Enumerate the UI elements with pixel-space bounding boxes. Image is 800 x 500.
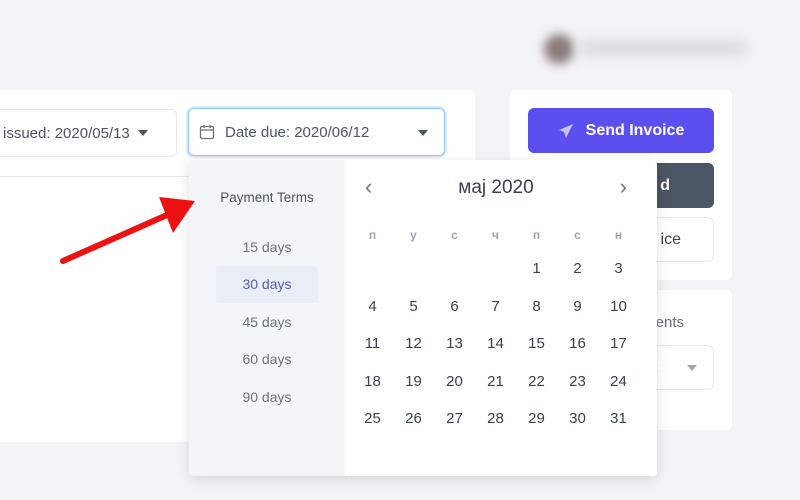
calendar-day[interactable]: 9 xyxy=(557,288,598,326)
term-option-90[interactable]: 90 days xyxy=(216,378,318,416)
weekday-header: п xyxy=(368,228,377,242)
calendar-day[interactable]: 6 xyxy=(434,288,475,326)
dark-action-label: d xyxy=(660,176,670,194)
calendar-day[interactable]: 28 xyxy=(475,400,516,438)
term-option-60[interactable]: 60 days xyxy=(216,341,318,379)
calendar-day[interactable]: 12 xyxy=(393,325,434,363)
calendar-day[interactable]: 24 xyxy=(598,363,639,401)
calendar-day[interactable]: 10 xyxy=(598,288,639,326)
send-icon xyxy=(558,123,573,138)
caret-down-icon xyxy=(687,365,697,371)
date-due-select[interactable]: Date due: 2020/06/12 xyxy=(188,108,445,156)
calendar-day[interactable]: 23 xyxy=(557,363,598,401)
weekday-header: ч xyxy=(492,228,499,242)
calendar-day[interactable]: 17 xyxy=(598,325,639,363)
calendar-day[interactable]: 13 xyxy=(434,325,475,363)
calendar-day[interactable]: 20 xyxy=(434,363,475,401)
date-issued-value: issued: 2020/05/13 xyxy=(3,124,130,142)
calendar-day[interactable]: 27 xyxy=(434,400,475,438)
calendar-day[interactable]: 8 xyxy=(516,288,557,326)
weekday-header: н xyxy=(614,228,623,242)
calendar-blank xyxy=(393,250,434,288)
avatar xyxy=(544,34,574,64)
annotation-arrow-icon xyxy=(60,197,195,264)
calendar-day[interactable]: 18 xyxy=(352,363,393,401)
calendar-icon xyxy=(199,125,215,140)
calendar-month-label: мај 2020 xyxy=(458,177,534,198)
calendar-day[interactable]: 19 xyxy=(393,363,434,401)
calendar-day[interactable]: 15 xyxy=(516,325,557,363)
calendar-day[interactable]: 31 xyxy=(598,400,639,438)
calendar-day[interactable]: 21 xyxy=(475,363,516,401)
calendar-day[interactable]: 26 xyxy=(393,400,434,438)
calendar-day[interactable]: 30 xyxy=(557,400,598,438)
send-invoice-button[interactable]: Send Invoice xyxy=(528,108,714,153)
chevron-right-icon[interactable]: › xyxy=(620,174,627,200)
calendar-day[interactable]: 14 xyxy=(475,325,516,363)
weekday-header: с xyxy=(451,228,458,242)
calendar-grid: п у с ч п с н 1 2 3 4 5 6 7 8 9 10 11 12 13 14 15 16 17 18 19 20 21… xyxy=(352,220,639,438)
term-option-15[interactable]: 15 days xyxy=(216,228,318,266)
calendar: ‹ мај 2020 › п у с ч п с н 1 2 3 4 5 6 7 8 9 10 11 12 13 14 1… xyxy=(345,160,657,476)
calendar-blank xyxy=(434,250,475,288)
calendar-day[interactable]: 11 xyxy=(352,325,393,363)
user-name-blurred xyxy=(578,40,748,56)
calendar-day[interactable]: 3 xyxy=(598,250,639,288)
calendar-day[interactable]: 16 xyxy=(557,325,598,363)
date-due-value: Date due: 2020/06/12 xyxy=(225,123,370,141)
payment-terms-panel: Payment Terms 15 days 30 days 45 days 60… xyxy=(189,160,345,476)
calendar-day[interactable]: 29 xyxy=(516,400,557,438)
send-invoice-label: Send Invoice xyxy=(585,121,685,139)
weekday-header: у xyxy=(410,228,417,242)
date-due-dropdown: Payment Terms 15 days 30 days 45 days 60… xyxy=(189,160,657,476)
caret-down-icon xyxy=(418,130,428,136)
calendar-day[interactable]: 5 xyxy=(393,288,434,326)
calendar-day[interactable]: 1 xyxy=(516,250,557,288)
weekday-header: с xyxy=(574,228,581,242)
calendar-blank xyxy=(475,250,516,288)
caret-down-icon xyxy=(137,130,148,136)
outline-invoice-label: ice xyxy=(660,230,681,248)
date-issued-select[interactable]: issued: 2020/05/13 xyxy=(0,109,177,157)
term-option-45[interactable]: 45 days xyxy=(216,303,318,341)
calendar-day[interactable]: 25 xyxy=(352,400,393,438)
calendar-day[interactable]: 2 xyxy=(557,250,598,288)
weekday-header: п xyxy=(532,228,541,242)
calendar-day[interactable]: 4 xyxy=(352,288,393,326)
payment-terms-title: Payment Terms xyxy=(220,190,314,205)
calendar-blank xyxy=(352,250,393,288)
calendar-day[interactable]: 22 xyxy=(516,363,557,401)
calendar-day[interactable]: 7 xyxy=(475,288,516,326)
term-option-30[interactable]: 30 days xyxy=(216,265,318,303)
user-menu-blurred[interactable] xyxy=(540,30,760,66)
